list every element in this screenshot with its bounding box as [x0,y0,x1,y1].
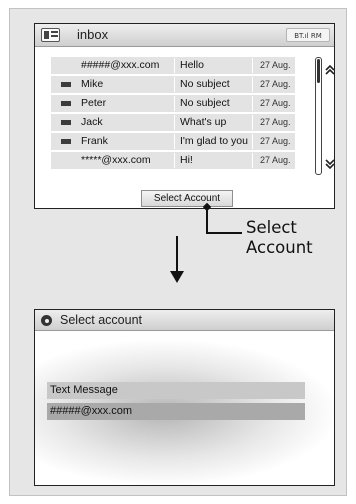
text-message-icon [61,120,71,125]
message-date: 27 Aug. [260,79,291,89]
option-text-message[interactable]: Text Message [47,382,305,399]
callout-line [206,208,208,233]
message-sender: Mike [81,78,104,90]
callout-label: Select Account [246,218,313,258]
scrollbar[interactable] [315,57,322,175]
message-date: 27 Aug. [260,155,291,165]
message-row[interactable]: Peter No subject 27 Aug. [51,95,295,112]
message-sender: Peter [81,97,107,109]
message-sender: Frank [81,135,108,147]
message-row[interactable]: Frank I'm glad to you 27 Aug. [51,133,295,150]
message-subject: What's up [180,116,227,128]
inbox-titlebar: inbox BT.ıl RM [35,24,334,47]
message-subject: No subject [180,78,230,90]
down-arrow-icon [176,236,178,276]
scroll-up-icon[interactable] [324,64,334,79]
text-message-icon [61,82,71,87]
text-message-icon [61,101,71,106]
message-row[interactable]: Mike No subject 27 Aug. [51,76,295,93]
down-arrow-head [170,271,184,283]
message-subject: No subject [180,97,230,109]
message-date: 27 Aug. [260,60,291,70]
callout-label-line2: Account [246,238,313,257]
text-message-icon [61,139,71,144]
callout-label-line1: Select [246,218,297,237]
select-titlebar: Select account [35,310,334,331]
status-icons: BT.ıl RM [286,28,330,42]
message-sender: #####@xxx.com [81,59,160,71]
message-subject: Hi! [180,154,193,166]
callout-line [206,232,242,234]
message-subject: I'm glad to you [180,135,248,147]
message-sender: *****@xxx.com [81,154,151,166]
scroll-down-icon[interactable] [324,158,334,173]
message-date: 27 Aug. [260,136,291,146]
select-account-screen: Select account Text Message #####@xxx.co… [34,309,335,486]
option-email-account[interactable]: #####@xxx.com [47,403,305,420]
message-row[interactable]: *****@xxx.com Hi! 27 Aug. [51,152,295,169]
message-date: 27 Aug. [260,117,291,127]
message-subject: Hello [180,59,204,71]
select-account-title: Select account [60,313,142,327]
message-row[interactable]: #####@xxx.com Hello 27 Aug. [51,57,295,74]
message-row[interactable]: Jack What's up 27 Aug. [51,114,295,131]
message-list: #####@xxx.com Hello 27 Aug. Mike No subj… [51,57,295,171]
inbox-title: inbox [77,27,109,42]
inbox-screen: inbox BT.ıl RM #####@xxx.com Hello 27 Au… [34,23,335,209]
message-sender: Jack [81,116,103,128]
phone-icon [41,28,60,42]
message-date: 27 Aug. [260,98,291,108]
select-account-button[interactable]: Select Account [141,190,233,207]
gear-icon [41,315,52,326]
scroll-thumb[interactable] [317,59,320,83]
